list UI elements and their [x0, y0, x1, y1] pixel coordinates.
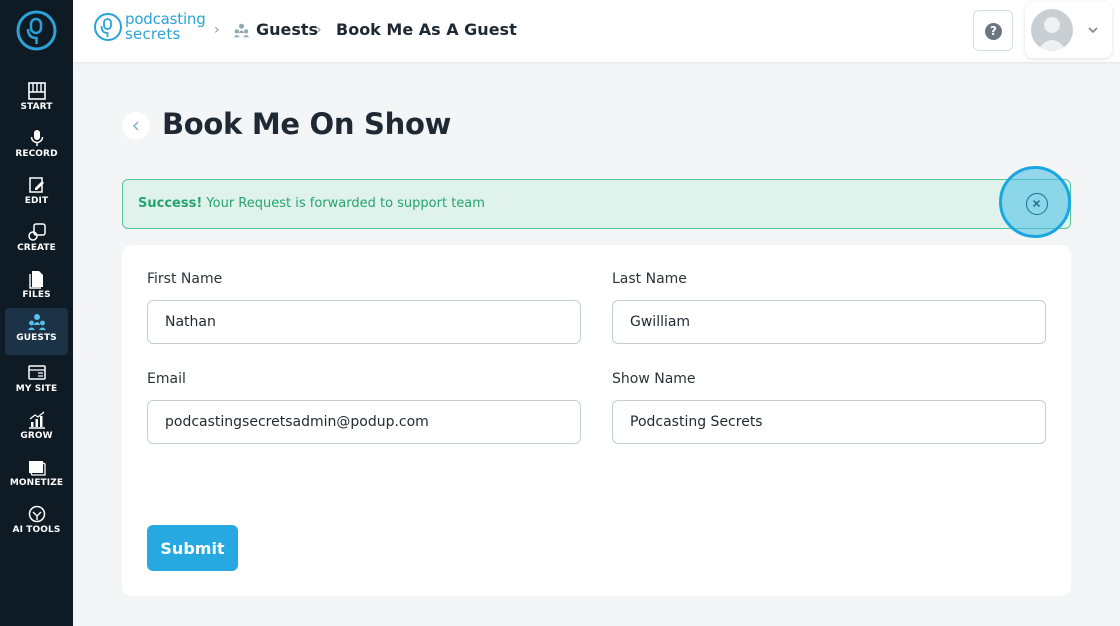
- sidebar-item-my-site[interactable]: MY SITE: [5, 359, 68, 405]
- sidebar-item-label: START: [20, 102, 53, 112]
- last-name-input[interactable]: [612, 300, 1046, 344]
- sidebar-item-ai-tools[interactable]: AI TOOLS: [5, 500, 68, 546]
- sidebar-item-label: GUESTS: [16, 333, 57, 343]
- podcasting-logo-icon: [94, 13, 122, 41]
- book-me-form: First Name Last Name Email Show Name Sub…: [122, 245, 1071, 596]
- close-icon: [1032, 199, 1041, 208]
- chevron-left-icon: [132, 121, 139, 131]
- chevron-right-icon: ›: [316, 22, 322, 38]
- sidebar: START RECORD EDIT CREATE FILES GUESTS MY…: [0, 0, 73, 626]
- alert-text: Success! Your Request is forwarded to su…: [138, 196, 485, 211]
- sidebar-item-monetize[interactable]: MONETIZE: [5, 453, 68, 499]
- sidebar-item-start[interactable]: START: [5, 77, 68, 123]
- sidebar-item-label: MONETIZE: [9, 478, 64, 488]
- help-button[interactable]: ?: [973, 10, 1013, 51]
- chart-icon: [28, 411, 45, 429]
- edit-icon: [28, 177, 44, 193]
- sidebar-item-label: EDIT: [24, 196, 49, 206]
- sidebar-item-label: RECORD: [15, 149, 58, 159]
- back-button[interactable]: [122, 112, 150, 140]
- podcasting-logo-icon[interactable]: [16, 10, 57, 51]
- profile-menu-button[interactable]: [1025, 2, 1112, 58]
- sidebar-item-label: GROW: [20, 431, 53, 441]
- breadcrumb-guests[interactable]: Guests: [256, 20, 318, 39]
- piano-icon: [27, 82, 46, 100]
- sidebar-item-record[interactable]: RECORD: [5, 124, 68, 170]
- brand-name-line2: secrets: [125, 25, 181, 43]
- sidebar-item-label: AI TOOLS: [12, 525, 61, 535]
- sidebar-item-edit[interactable]: EDIT: [5, 171, 68, 217]
- ai-icon: [28, 505, 45, 523]
- avatar: [1031, 9, 1073, 51]
- microphone-icon: [30, 130, 43, 146]
- guests-icon: [233, 23, 250, 38]
- site-icon: [27, 365, 46, 380]
- success-alert: Success! Your Request is forwarded to su…: [122, 179, 1071, 229]
- guests-icon: [27, 314, 46, 330]
- first-name-input[interactable]: [147, 300, 581, 344]
- last-name-label: Last Name: [612, 271, 687, 287]
- brand-logo[interactable]: podcasting secrets: [93, 10, 211, 45]
- close-alert-button[interactable]: [1026, 193, 1048, 215]
- monetize-icon: [28, 461, 46, 476]
- sidebar-item-label: CREATE: [17, 243, 56, 253]
- submit-button[interactable]: Submit: [147, 525, 238, 571]
- alert-strong: Success!: [138, 196, 203, 211]
- sidebar-item-label: MY SITE: [15, 384, 58, 394]
- chevron-down-icon: [1088, 27, 1098, 34]
- email-label: Email: [147, 371, 186, 387]
- show-name-label: Show Name: [612, 371, 696, 387]
- page-title: Book Me On Show: [162, 107, 452, 141]
- chevron-right-icon: ›: [214, 22, 220, 38]
- create-icon: [27, 223, 46, 241]
- email-input[interactable]: [147, 400, 581, 444]
- sidebar-item-files[interactable]: FILES: [5, 265, 68, 311]
- help-icon: ?: [985, 23, 1002, 40]
- breadcrumb-current: Book Me As A Guest: [336, 20, 517, 39]
- sidebar-item-grow[interactable]: GROW: [5, 406, 68, 452]
- files-icon: [28, 271, 43, 289]
- first-name-label: First Name: [147, 271, 223, 287]
- alert-message: Your Request is forwarded to support tea…: [206, 196, 485, 211]
- sidebar-item-label: FILES: [22, 290, 51, 300]
- show-name-input[interactable]: [612, 400, 1046, 444]
- top-bar: podcasting secrets › Guests › Book Me As…: [73, 0, 1120, 62]
- sidebar-item-guests[interactable]: GUESTS: [5, 308, 68, 355]
- sidebar-item-create[interactable]: CREATE: [5, 218, 68, 264]
